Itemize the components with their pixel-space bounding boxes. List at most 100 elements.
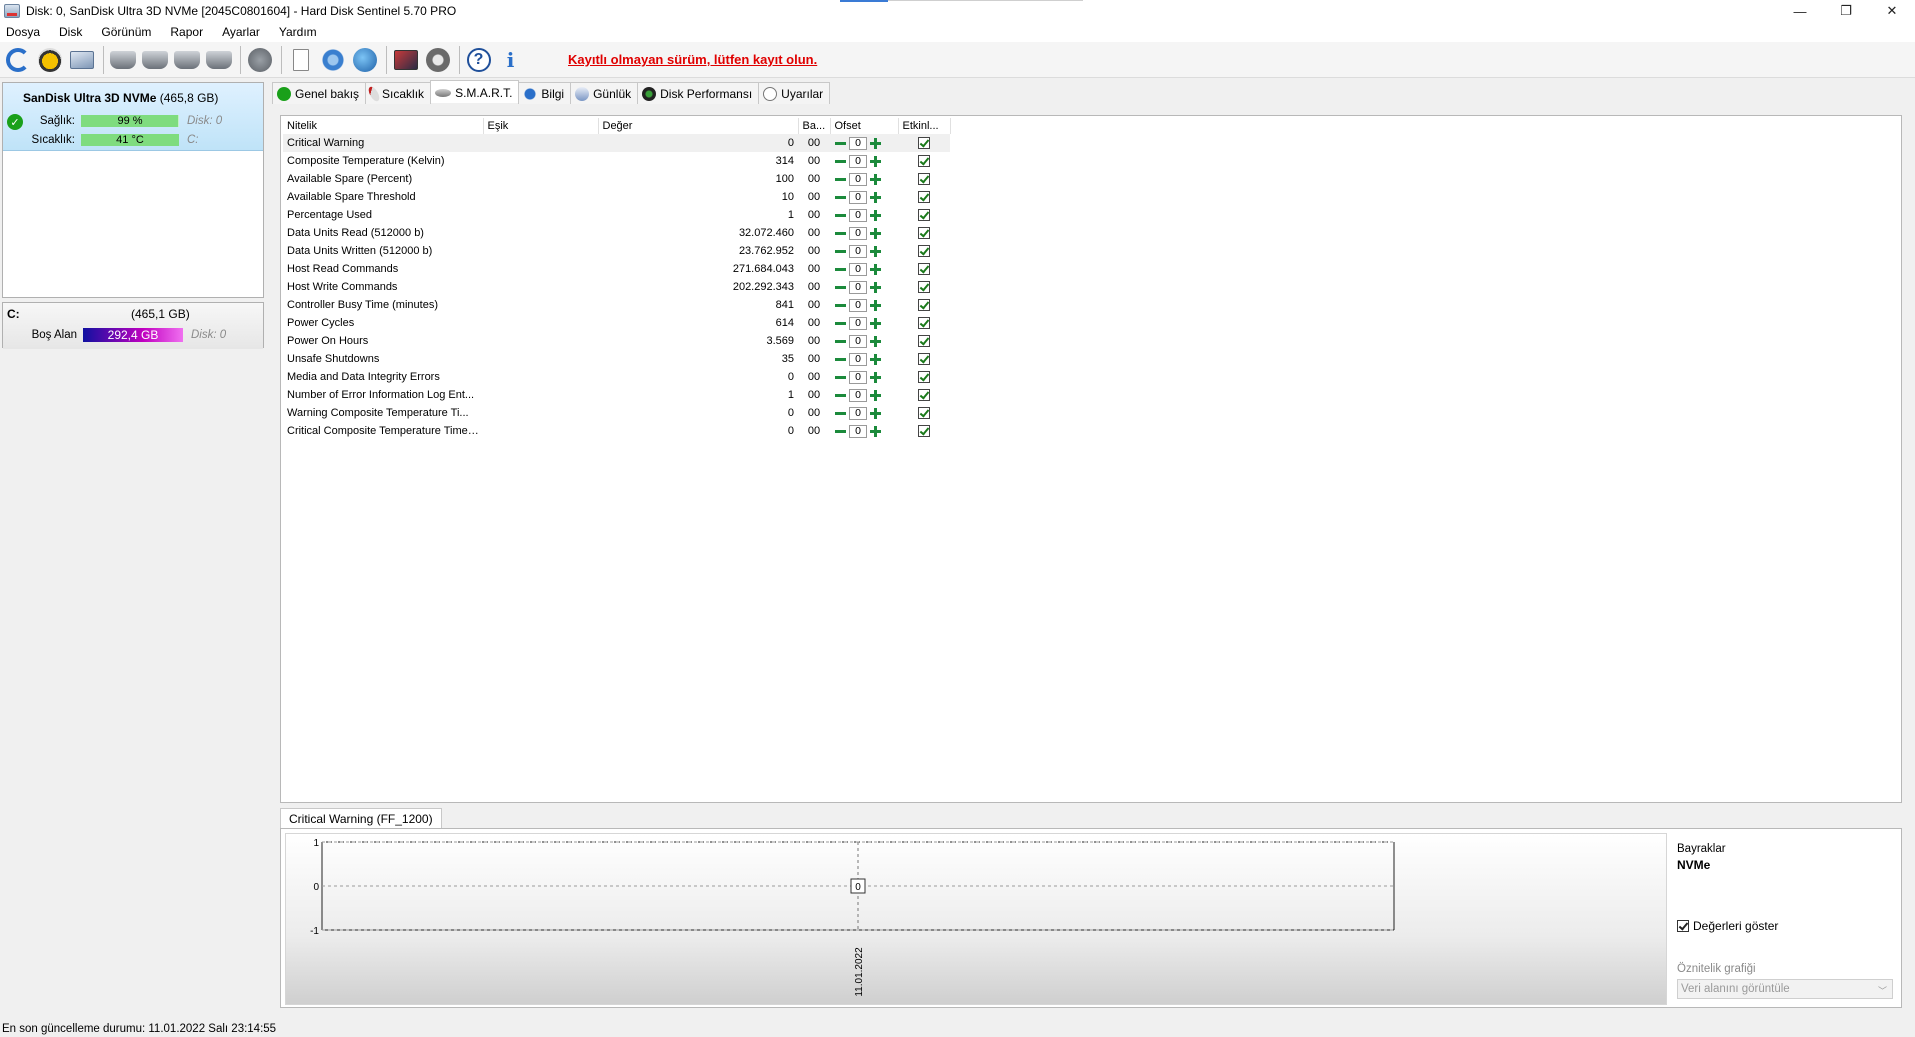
offset-value[interactable]: 0 <box>849 136 867 150</box>
plus-icon[interactable] <box>869 155 882 168</box>
col-enabled[interactable]: Etkinl... <box>898 118 951 134</box>
tab-overview[interactable]: Genel bakış <box>272 82 367 104</box>
smart-row[interactable]: Composite Temperature (Kelvin) 314 00 0 <box>283 152 950 170</box>
alerts-button[interactable] <box>35 45 64 75</box>
smart-row[interactable]: Controller Busy Time (minutes) 841 00 0 <box>283 296 950 314</box>
plus-icon[interactable] <box>869 227 882 240</box>
smart-row[interactable]: Percentage Used 1 00 0 <box>283 206 950 224</box>
minus-icon[interactable] <box>834 299 847 312</box>
restore-button[interactable]: ❐ <box>1823 0 1869 22</box>
minus-icon[interactable] <box>834 335 847 348</box>
plus-icon[interactable] <box>869 281 882 294</box>
offset-value[interactable]: 0 <box>849 208 867 222</box>
refresh-button[interactable] <box>3 45 32 75</box>
tab-info[interactable]: Bilgi <box>518 82 572 104</box>
enabled-checkbox[interactable] <box>918 407 930 419</box>
minus-icon[interactable] <box>834 317 847 330</box>
minus-icon[interactable] <box>834 227 847 240</box>
minimize-button[interactable]: — <box>1777 0 1823 22</box>
unregistered-link[interactable]: Kayıtlı olmayan sürüm, lütfen kayıt olun… <box>568 52 817 67</box>
send-report-button[interactable] <box>67 45 96 75</box>
offset-value[interactable]: 0 <box>849 298 867 312</box>
col-offset[interactable]: Ofset <box>830 118 899 134</box>
plus-icon[interactable] <box>869 299 882 312</box>
tab-performance[interactable]: Disk Performansı <box>637 82 760 104</box>
enabled-checkbox[interactable] <box>918 281 930 293</box>
offset-value[interactable]: 0 <box>849 406 867 420</box>
offset-value[interactable]: 0 <box>849 334 867 348</box>
smart-row[interactable]: Number of Error Information Log Ent... 1 0… <box>283 386 950 404</box>
minus-icon[interactable] <box>834 191 847 204</box>
offset-value[interactable]: 0 <box>849 244 867 258</box>
enabled-checkbox[interactable] <box>918 173 930 185</box>
smart-row[interactable]: Host Read Commands 271.684.043 00 0 <box>283 260 950 278</box>
report-button[interactable] <box>286 45 315 75</box>
offset-value[interactable]: 0 <box>849 280 867 294</box>
minus-icon[interactable] <box>834 353 847 366</box>
enabled-checkbox[interactable] <box>918 371 930 383</box>
offset-value[interactable]: 0 <box>849 424 867 438</box>
plus-icon[interactable] <box>869 425 882 438</box>
plus-icon[interactable] <box>869 245 882 258</box>
plus-icon[interactable] <box>869 407 882 420</box>
menu-gorunum[interactable]: Görünüm <box>101 25 151 39</box>
plus-icon[interactable] <box>869 173 882 186</box>
tab-temperature[interactable]: Sıcaklık <box>365 82 432 104</box>
enabled-checkbox[interactable] <box>918 299 930 311</box>
offset-value[interactable]: 0 <box>849 226 867 240</box>
disk-test-button[interactable] <box>108 45 137 75</box>
offset-value[interactable]: 0 <box>849 262 867 276</box>
enabled-checkbox[interactable] <box>918 425 930 437</box>
minus-icon[interactable] <box>834 389 847 402</box>
plus-icon[interactable] <box>869 317 882 330</box>
backup-button[interactable] <box>318 45 347 75</box>
menu-ayarlar[interactable]: Ayarlar <box>222 25 260 39</box>
disk-card[interactable]: SanDisk Ultra 3D NVMe (465,8 GB) ✓ Sağlı… <box>2 82 264 298</box>
smart-row[interactable]: Power Cycles 614 00 0 <box>283 314 950 332</box>
menu-dosya[interactable]: Dosya <box>6 25 40 39</box>
tab-smart[interactable]: S.M.A.R.T. <box>430 80 520 103</box>
attribute-chart-select[interactable]: Veri alanını görüntüle ﹀ <box>1677 979 1893 999</box>
enabled-checkbox[interactable] <box>918 227 930 239</box>
enabled-checkbox[interactable] <box>918 245 930 257</box>
plus-icon[interactable] <box>869 353 882 366</box>
enabled-checkbox[interactable] <box>918 353 930 365</box>
col-value[interactable]: Değer <box>598 118 799 134</box>
plus-icon[interactable] <box>869 263 882 276</box>
offset-value[interactable]: 0 <box>849 352 867 366</box>
plus-icon[interactable] <box>869 191 882 204</box>
enabled-checkbox[interactable] <box>918 389 930 401</box>
minus-icon[interactable] <box>834 209 847 222</box>
menu-rapor[interactable]: Rapor <box>170 25 203 39</box>
offset-value[interactable]: 0 <box>849 388 867 402</box>
settings-button[interactable] <box>423 45 452 75</box>
plus-icon[interactable] <box>869 335 882 348</box>
minus-icon[interactable] <box>834 371 847 384</box>
surface-test-button[interactable] <box>140 45 169 75</box>
smart-row[interactable]: Available Spare (Percent) 100 00 0 <box>283 170 950 188</box>
enabled-checkbox[interactable] <box>918 137 930 149</box>
offset-value[interactable]: 0 <box>849 154 867 168</box>
col-threshold[interactable]: Eşik <box>483 118 599 134</box>
minus-icon[interactable] <box>834 425 847 438</box>
minus-icon[interactable] <box>834 137 847 150</box>
plus-icon[interactable] <box>869 137 882 150</box>
plus-icon[interactable] <box>869 371 882 384</box>
tab-log[interactable]: Günlük <box>570 82 639 104</box>
menu-disk[interactable]: Disk <box>59 25 82 39</box>
plus-icon[interactable] <box>869 389 882 402</box>
offset-value[interactable]: 0 <box>849 172 867 186</box>
minus-icon[interactable] <box>834 263 847 276</box>
enabled-checkbox[interactable] <box>918 335 930 347</box>
enabled-checkbox[interactable] <box>918 155 930 167</box>
smart-row[interactable]: Unsafe Shutdowns 35 00 0 <box>283 350 950 368</box>
minus-icon[interactable] <box>834 407 847 420</box>
enabled-checkbox[interactable] <box>918 263 930 275</box>
extended-selftest-button[interactable] <box>204 45 233 75</box>
enabled-checkbox[interactable] <box>918 317 930 329</box>
enabled-checkbox[interactable] <box>918 191 930 203</box>
col-worst[interactable]: Ba... <box>798 118 831 134</box>
tab-alerts[interactable]: Uyarılar <box>758 82 831 104</box>
smart-row[interactable]: Host Write Commands 202.292.343 00 0 <box>283 278 950 296</box>
offset-value[interactable]: 0 <box>849 370 867 384</box>
